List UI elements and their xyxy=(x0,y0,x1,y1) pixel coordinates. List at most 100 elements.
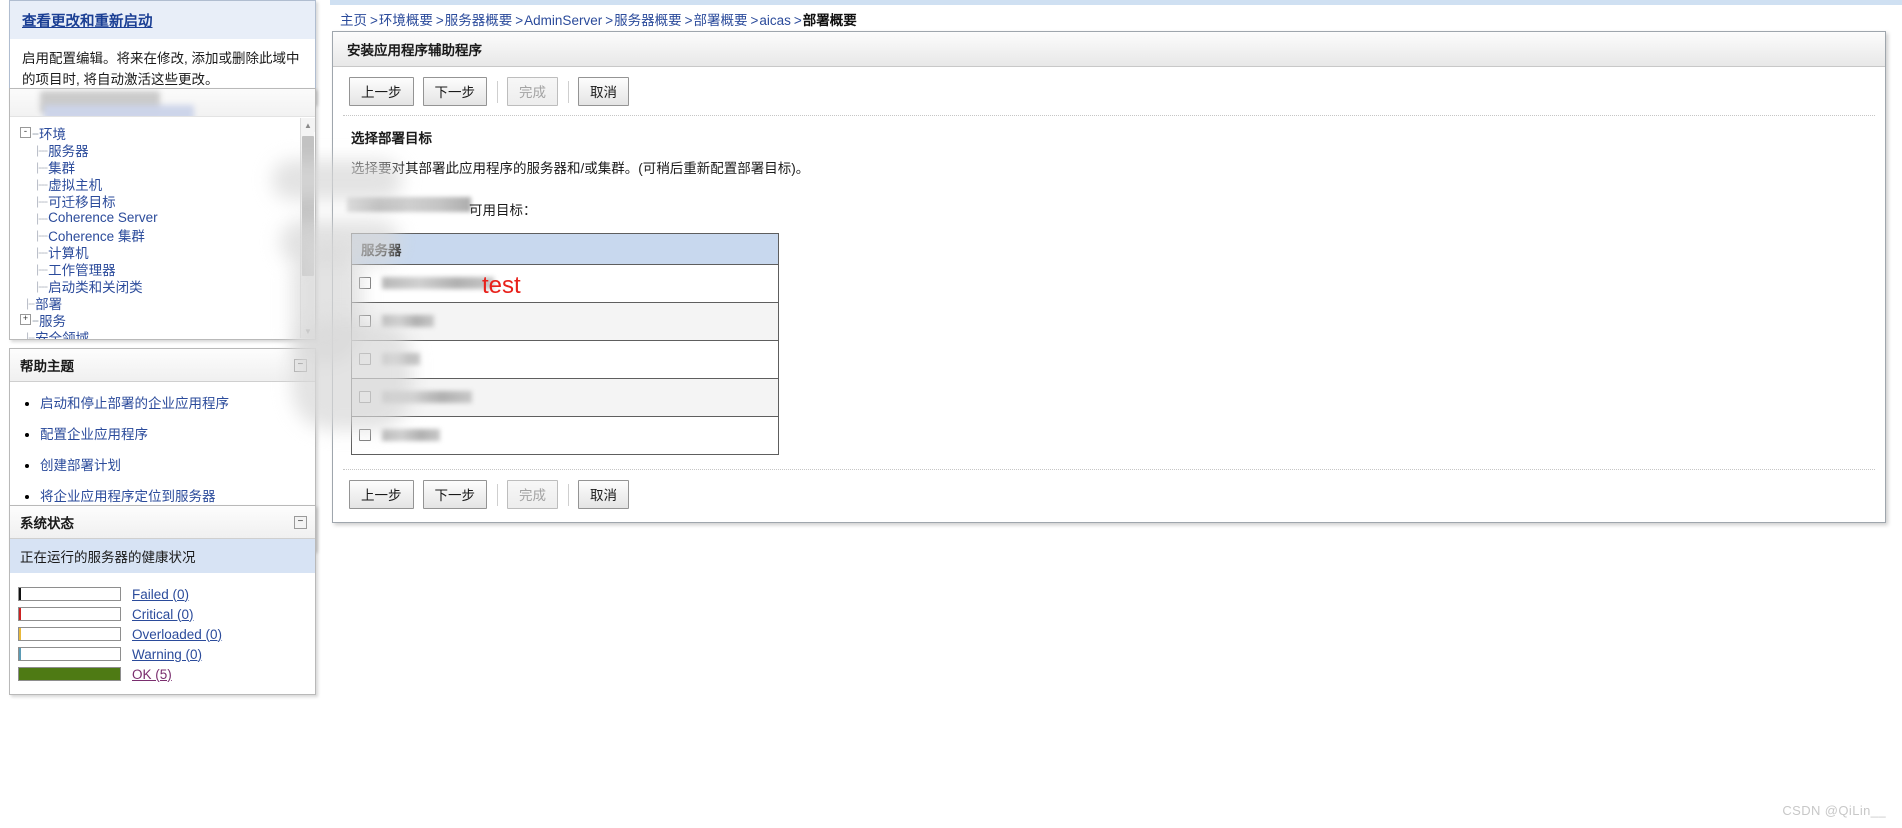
help-link-configure[interactable]: 配置企业应用程序 xyxy=(40,427,148,442)
health-label-critical[interactable]: Critical (0) xyxy=(132,607,194,622)
tree-node-servers[interactable]: |--- 服务器 xyxy=(16,141,315,159)
health-label-ok[interactable]: OK (5) xyxy=(132,667,172,682)
server-checkbox[interactable] xyxy=(359,315,371,328)
redacted-server-name xyxy=(382,353,421,366)
left-sidebar: 查看更改和重新启动 启用配置编辑。将来在修改, 添加或删除此域中的项目时, 将自… xyxy=(0,0,325,828)
next-button-top[interactable]: 下一步 xyxy=(422,77,487,106)
list-item[interactable]: 创建部署计划 xyxy=(40,454,307,474)
back-button-bottom[interactable]: 上一步 xyxy=(349,480,414,509)
breadcrumb-separator: > xyxy=(370,13,378,28)
tree-node-migratable-targets[interactable]: |--- 可迁移目标 xyxy=(16,191,315,211)
help-link-target-servers[interactable]: 将企业应用程序定位到服务器 xyxy=(40,489,216,504)
back-button-top[interactable]: 上一步 xyxy=(349,77,414,106)
tree-toggle-icon[interactable]: + xyxy=(20,314,31,325)
scroll-up-arrow-icon[interactable]: ▲ xyxy=(301,118,315,132)
content-area: 主页 >环境概要 >服务器概要 >AdminServer >服务器概要 >部署概要 >aic… xyxy=(272,0,1902,828)
health-label-overloaded[interactable]: Overloaded (0) xyxy=(132,627,222,642)
redacted-server-name xyxy=(382,391,473,404)
tree-node-coherence-server[interactable]: |--- Coherence Server xyxy=(16,209,315,226)
breadcrumb-item-environment[interactable]: 环境概要 xyxy=(379,13,433,28)
change-center-header: 查看更改和重新启动 xyxy=(10,1,315,40)
column-header-server: 服务器 xyxy=(351,233,779,265)
domain-structure-scrollbar[interactable]: ▲ ▼ xyxy=(300,118,315,338)
list-item[interactable]: 启动和停止部署的企业应用程序 xyxy=(40,392,307,412)
tree-node-clusters[interactable]: |--- 集群 xyxy=(16,158,315,176)
server-cell[interactable] xyxy=(351,378,779,417)
list-item[interactable]: 将企业应用程序定位到服务器 xyxy=(40,485,307,505)
targets-table-wrap: 服务器 test xyxy=(333,219,1885,455)
table-row[interactable] xyxy=(351,378,779,417)
breadcrumb-item-aicas[interactable]: aicas xyxy=(759,13,791,28)
health-label-warning[interactable]: Warning (0) xyxy=(132,647,202,662)
tree-node-startup-shutdown-classes[interactable]: |--- 启动类和关闭类 xyxy=(16,276,315,296)
system-status-subtitle: 正在运行的服务器的健康状况 xyxy=(10,539,315,574)
tree-node-virtual-hosts[interactable]: |--- 虚拟主机 xyxy=(16,175,315,193)
breadcrumb-current: 部署概要 xyxy=(802,13,857,28)
server-health-list: Failed (0) Critical (0) Overloaded (0) W… xyxy=(10,574,315,694)
available-targets-label: 可用目标： xyxy=(469,203,537,218)
table-row[interactable] xyxy=(351,340,779,379)
help-link-start-stop[interactable]: 启动和停止部署的企业应用程序 xyxy=(40,396,229,411)
view-changes-link[interactable]: 查看更改和重新启动 xyxy=(22,14,153,30)
test-annotation: test xyxy=(482,272,521,299)
health-row-overloaded: Overloaded (0) xyxy=(18,624,307,644)
server-cell[interactable]: test xyxy=(351,264,779,303)
tree-link-migratable-targets[interactable]: 可迁移目标 xyxy=(48,191,116,211)
scroll-down-arrow-icon[interactable]: ▼ xyxy=(301,324,315,338)
cancel-button-bottom[interactable]: 取消 xyxy=(578,480,629,509)
collapse-icon[interactable]: − xyxy=(294,358,307,372)
tree-node-security-realms[interactable]: |-- 安全领域 xyxy=(16,328,315,340)
breadcrumb-item-servers-2[interactable]: 服务器概要 xyxy=(614,13,682,28)
breadcrumb-separator: > xyxy=(435,13,444,28)
system-status-title: 系统状态 xyxy=(20,516,74,531)
tree-toggle-icon[interactable]: - xyxy=(20,127,31,138)
server-cell[interactable] xyxy=(351,302,779,341)
domain-structure-tree-scroll[interactable]: - -- 环境 |--- 服务器 |--- 集群 |--- 虚拟主机 |--- 可迁移目标 … xyxy=(10,118,315,339)
system-status-header: 系统状态 − xyxy=(10,506,315,539)
wizard-toolbar-top: 上一步 下一步 完成 取消 xyxy=(333,67,1885,115)
server-checkbox[interactable] xyxy=(359,277,371,290)
scrollbar-thumb[interactable] xyxy=(302,136,314,276)
tree-node-deployments[interactable]: |-- 部署 xyxy=(16,294,315,312)
redacted-label xyxy=(347,197,471,212)
tree-link-coherence-server[interactable]: Coherence Server xyxy=(48,210,158,225)
servers-table: 服务器 test xyxy=(351,233,779,455)
breadcrumb-item-home[interactable]: 主页 xyxy=(340,13,367,28)
help-topics-title: 帮助主题 xyxy=(20,359,74,374)
health-row-ok: OK (5) xyxy=(18,664,307,684)
breadcrumb-item-deployments[interactable]: 部署概要 xyxy=(693,13,747,28)
health-bar-ok xyxy=(18,667,121,681)
table-row[interactable]: test xyxy=(351,264,779,303)
next-button-bottom[interactable]: 下一步 xyxy=(422,480,487,509)
cancel-button-top[interactable]: 取消 xyxy=(578,77,629,106)
toolbar-divider xyxy=(568,483,569,506)
breadcrumb-item-servers[interactable]: 服务器概要 xyxy=(445,13,513,28)
domain-structure-panel: - -- 环境 |--- 服务器 |--- 集群 |--- 虚拟主机 |--- 可迁移目标 … xyxy=(0,88,325,340)
server-checkbox[interactable] xyxy=(359,429,371,442)
tree-node-machines[interactable]: |--- 计算机 xyxy=(16,243,315,261)
toolbar-divider xyxy=(497,80,498,103)
tree-link-security-realms[interactable]: 安全领域 xyxy=(35,327,89,340)
tree-node-environment[interactable]: - -- 环境 xyxy=(16,124,315,142)
server-cell[interactable] xyxy=(351,340,779,379)
breadcrumb-separator: > xyxy=(750,13,759,28)
table-row[interactable] xyxy=(352,417,779,455)
tree-node-services[interactable]: + -- 服务 xyxy=(16,311,315,329)
tree-node-coherence-cluster[interactable]: |--- Coherence 集群 xyxy=(16,226,315,244)
server-cell[interactable] xyxy=(352,417,779,455)
table-row[interactable] xyxy=(351,302,779,341)
tree-node-work-managers[interactable]: |--- 工作管理器 xyxy=(16,260,315,278)
server-checkbox[interactable] xyxy=(359,353,371,366)
toolbar-divider xyxy=(568,80,569,103)
list-item[interactable]: 配置企业应用程序 xyxy=(40,423,307,443)
wizard-title: 安装应用程序辅助程序 xyxy=(333,32,1885,67)
collapse-icon[interactable]: − xyxy=(294,515,307,529)
wizard-toolbar-bottom: 上一步 下一步 完成 取消 xyxy=(333,470,1885,522)
tree-link-startup-shutdown-classes[interactable]: 启动类和关闭类 xyxy=(48,276,143,296)
health-label-failed[interactable]: Failed (0) xyxy=(132,587,189,602)
toolbar-divider xyxy=(497,483,498,506)
breadcrumb-separator: > xyxy=(515,13,524,28)
server-checkbox[interactable] xyxy=(359,391,371,404)
breadcrumb-item-adminserver[interactable]: AdminServer xyxy=(524,13,602,28)
help-link-deployment-plan[interactable]: 创建部署计划 xyxy=(40,458,121,473)
